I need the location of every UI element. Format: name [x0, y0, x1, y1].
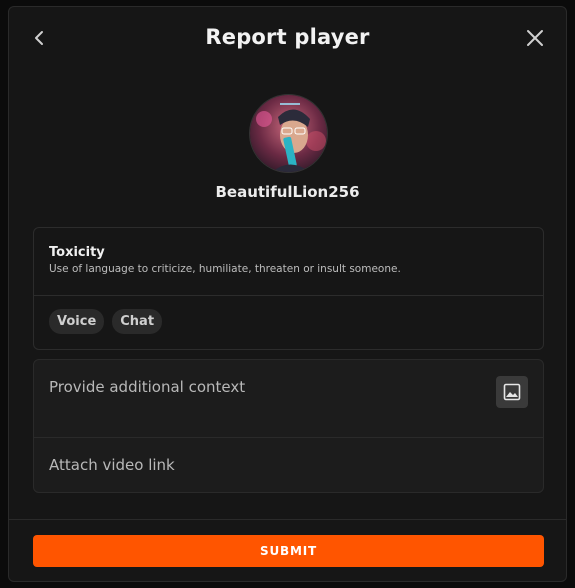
reason-header: Toxicity Use of language to criticize, h… [34, 228, 543, 296]
close-icon [527, 30, 543, 46]
reason-chips: Voice Chat [34, 296, 543, 334]
chip-chat[interactable]: Chat [112, 309, 163, 334]
video-link-input[interactable] [34, 438, 543, 492]
submit-button[interactable]: SUBMIT [33, 535, 544, 567]
modal-header: Report player [9, 7, 566, 71]
avatar [249, 94, 328, 173]
player-username: BeautifulLion256 [215, 183, 360, 201]
chip-voice[interactable]: Voice [49, 309, 105, 334]
reason-description: Use of language to criticize, humiliate,… [49, 263, 401, 275]
report-player-modal: Report player BeautifulLion256 Toxicity … [8, 6, 567, 582]
avatar-image [250, 95, 327, 172]
attach-image-button[interactable] [496, 376, 528, 408]
image-icon [503, 383, 521, 401]
context-area [34, 360, 543, 438]
context-textarea[interactable] [34, 360, 543, 437]
reason-title: Toxicity [49, 245, 105, 260]
footer-divider [9, 519, 566, 520]
report-reason-card: Toxicity Use of language to criticize, h… [33, 227, 544, 350]
page-title: Report player [205, 25, 370, 49]
close-button[interactable] [522, 25, 548, 51]
context-card [33, 359, 544, 493]
